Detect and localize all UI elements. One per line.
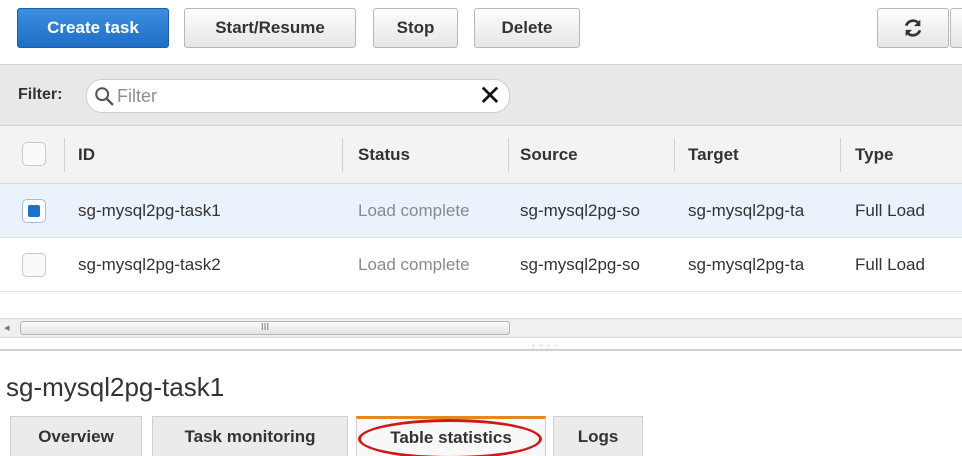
splitter-line: [0, 349, 962, 351]
task-source: sg-mysql2pg-so: [520, 200, 640, 220]
toolbar: Create task Start/Resume Stop Delete: [0, 0, 962, 64]
tab-overview[interactable]: Overview: [10, 416, 142, 456]
task-source: sg-mysql2pg-so: [520, 254, 640, 274]
scroll-left-icon[interactable]: ◂: [4, 321, 10, 334]
table-row[interactable]: sg-mysql2pg-task1 Load complete sg-mysql…: [0, 184, 962, 238]
task-type: Full Load: [855, 254, 925, 274]
column-header-id[interactable]: ID: [78, 126, 338, 183]
stop-button[interactable]: Stop: [373, 8, 458, 48]
search-icon: [95, 87, 114, 106]
column-header-type[interactable]: Type: [855, 126, 962, 183]
row-checkbox[interactable]: [22, 199, 46, 223]
table-header: ID Status Source Target Type: [0, 126, 962, 184]
table-row[interactable]: sg-mysql2pg-task2 Load complete sg-mysql…: [0, 238, 962, 292]
column-header-target[interactable]: Target: [688, 126, 848, 183]
column-divider: [508, 138, 509, 172]
tab-task-monitoring[interactable]: Task monitoring: [152, 416, 348, 456]
task-id: sg-mysql2pg-task2: [78, 254, 221, 274]
column-divider: [674, 138, 675, 172]
refresh-button[interactable]: [877, 8, 949, 48]
column-divider: [64, 138, 65, 172]
details-tabs: Overview Task monitoring Table statistic…: [0, 416, 962, 456]
task-id: sg-mysql2pg-task1: [78, 200, 221, 220]
column-divider: [342, 138, 343, 172]
splitter-grip-icon[interactable]: · · · ·: [532, 340, 559, 350]
row-checkbox[interactable]: [22, 253, 46, 277]
select-all-checkbox[interactable]: [22, 142, 46, 166]
horizontal-scrollbar[interactable]: ◂ III: [0, 318, 962, 338]
settings-button[interactable]: [950, 8, 962, 48]
column-header-status[interactable]: Status: [358, 126, 508, 183]
task-target: sg-mysql2pg-ta: [688, 200, 805, 220]
refresh-icon: [904, 19, 922, 37]
filter-field[interactable]: ✕: [86, 79, 510, 113]
task-target: sg-mysql2pg-ta: [688, 254, 805, 274]
details-title: sg-mysql2pg-task1: [6, 372, 225, 402]
scrollbar-thumb[interactable]: III: [20, 321, 510, 335]
tab-table-statistics[interactable]: Table statistics: [356, 416, 546, 456]
task-status: Load complete: [358, 200, 470, 220]
column-header-source[interactable]: Source: [520, 126, 680, 183]
filter-label: Filter:: [18, 86, 63, 103]
close-icon[interactable]: ✕: [475, 82, 505, 110]
filter-input[interactable]: [117, 84, 467, 108]
filter-bar: Filter: ✕: [0, 64, 962, 126]
create-task-button[interactable]: Create task: [17, 8, 169, 48]
tasks-table: ID Status Source Target Type sg-mysql2pg…: [0, 126, 962, 292]
start-resume-button[interactable]: Start/Resume: [184, 8, 356, 48]
column-divider: [840, 138, 841, 172]
task-type: Full Load: [855, 200, 925, 220]
pane-splitter[interactable]: · · · ·: [0, 340, 962, 354]
tab-logs[interactable]: Logs: [553, 416, 643, 456]
delete-button[interactable]: Delete: [474, 8, 580, 48]
task-status: Load complete: [358, 254, 470, 274]
